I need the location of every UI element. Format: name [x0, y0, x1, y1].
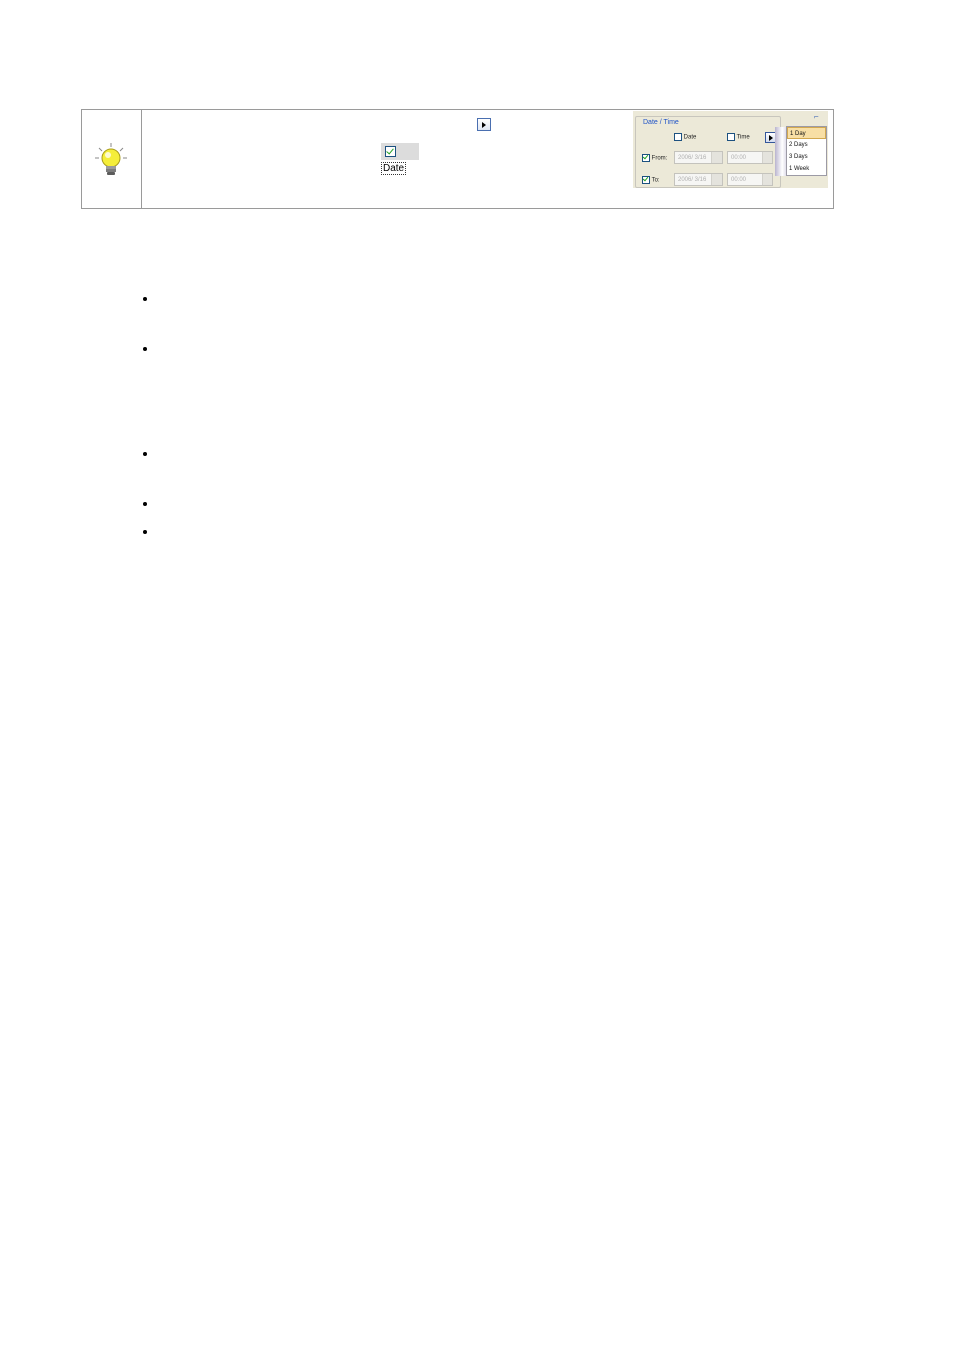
- chevron-down-icon[interactable]: [711, 174, 722, 185]
- from-date-field[interactable]: 2006/ 3/16: [674, 151, 723, 164]
- spinner-icon[interactable]: [762, 174, 772, 185]
- tip-box: Date Date / Time Date Time From: 2006/ 3…: [81, 109, 834, 209]
- to-time-field[interactable]: 00:00: [727, 173, 773, 186]
- bullet-point: [143, 502, 147, 506]
- from-checkbox[interactable]: [642, 154, 650, 162]
- from-time-value: 00:00: [731, 155, 747, 161]
- inline-date-checkbox: Date: [381, 143, 419, 175]
- to-row: To:: [642, 176, 660, 184]
- date-checkbox-row: Date: [674, 133, 696, 141]
- window-corner-icon: ⌐: [814, 112, 819, 121]
- checkbox-icon: [385, 145, 396, 157]
- from-row: From:: [642, 154, 667, 162]
- bullet-point: [143, 347, 147, 351]
- preset-range-menu: 1 Day 2 Days 3 Days 1 Week: [786, 126, 827, 176]
- date-checkbox-label: Date: [683, 134, 697, 141]
- menu-item-3-days[interactable]: 3 Days: [787, 151, 826, 163]
- chevron-down-icon[interactable]: [711, 152, 722, 163]
- bullet-point: [143, 452, 147, 456]
- time-checkbox-row: Time: [727, 133, 750, 141]
- time-checkbox[interactable]: [727, 133, 735, 141]
- from-date-value: 2006/ 3/16: [678, 155, 707, 161]
- from-time-field[interactable]: 00:00: [727, 151, 773, 164]
- spinner-icon[interactable]: [762, 152, 772, 163]
- time-checkbox-label: Time: [736, 134, 750, 141]
- group-title: Date / Time: [642, 119, 680, 126]
- from-label: From:: [651, 155, 668, 162]
- play-arrow-icon: [477, 118, 491, 131]
- tip-divider: [141, 110, 142, 208]
- to-checkbox[interactable]: [642, 176, 650, 184]
- bullet-point: [143, 530, 147, 534]
- menu-item-2-days[interactable]: 2 Days: [787, 139, 826, 151]
- menu-item-1-week[interactable]: 1 Week: [787, 163, 826, 175]
- to-date-value: 2006/ 3/16: [678, 177, 707, 183]
- menu-item-1-day[interactable]: 1 Day: [787, 127, 826, 139]
- to-date-field[interactable]: 2006/ 3/16: [674, 173, 723, 186]
- bullet-point: [143, 297, 147, 301]
- date-checkbox[interactable]: [674, 133, 682, 141]
- lightbulb-icon: [94, 142, 128, 178]
- to-label: To:: [651, 177, 660, 184]
- date-time-group: Date / Time Date Time From: 2006/ 3/16 0…: [635, 116, 781, 188]
- date-time-dialog-screenshot: Date / Time Date Time From: 2006/ 3/16 0…: [633, 111, 828, 188]
- inline-date-label: Date: [381, 162, 407, 175]
- to-time-value: 00:00: [731, 177, 747, 183]
